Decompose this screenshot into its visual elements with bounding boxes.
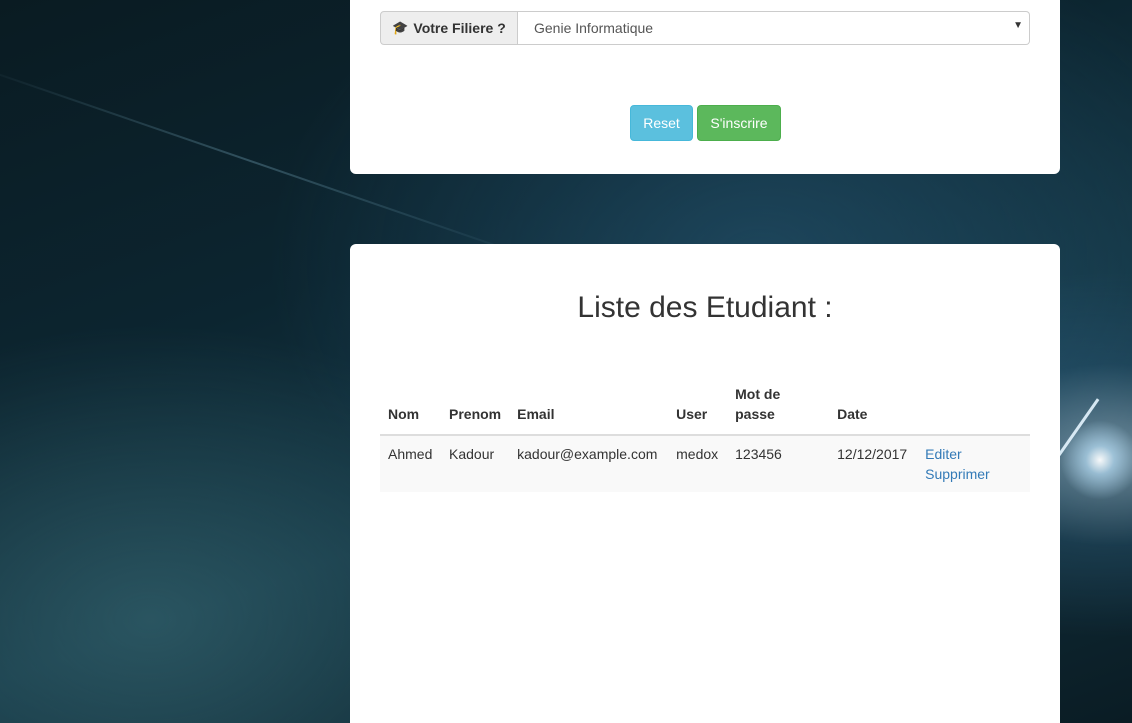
edit-link[interactable]: Editer (925, 444, 1022, 464)
filiere-input-group: 🎓 Votre Filiere ? Genie Informatique ▼ (380, 11, 1030, 45)
reset-button[interactable]: Reset (630, 105, 693, 141)
students-table: Nom Prenom Email User Mot de passe Date … (380, 384, 1030, 492)
delete-link[interactable]: Supprimer (925, 464, 1022, 484)
filiere-addon: 🎓 Votre Filiere ? (380, 11, 518, 45)
filiere-label: Votre Filiere ? (413, 20, 506, 36)
background-lens-flare (1060, 420, 1132, 500)
cell-nom: Ahmed (380, 435, 441, 492)
register-button[interactable]: S'inscrire (697, 105, 781, 141)
column-header-actions (917, 384, 1030, 436)
registration-form-panel: 🎓 Votre Filiere ? Genie Informatique ▼ R… (350, 0, 1060, 174)
filiere-select[interactable]: Genie Informatique ▼ (518, 11, 1030, 45)
column-header-date: Date (829, 384, 918, 436)
column-header-prenom: Prenom (441, 384, 510, 436)
page-title: Liste des Etudiant : (577, 291, 833, 324)
column-header-password: Mot de passe (727, 384, 830, 436)
cell-actions: Editer Supprimer (917, 435, 1030, 492)
cell-prenom: Kadour (441, 435, 510, 492)
cell-user: medox (668, 435, 728, 492)
cell-email: kadour@example.com (509, 435, 669, 492)
graduation-cap-icon: 🎓 (392, 20, 409, 35)
filiere-selected-value: Genie Informatique (534, 20, 654, 36)
caret-down-icon: ▼ (1013, 20, 1023, 31)
column-header-nom: Nom (380, 384, 441, 436)
student-list-panel: Liste des Etudiant : Nom Prenom Email Us… (350, 244, 1060, 723)
cell-date: 12/12/2017 (829, 435, 918, 492)
table-header-row: Nom Prenom Email User Mot de passe Date (380, 384, 1030, 436)
table-row: Ahmed Kadour kadour@example.com medox 12… (380, 435, 1030, 492)
cell-password: 123456 (727, 435, 830, 492)
column-header-email: Email (509, 384, 669, 436)
column-header-user: User (668, 384, 728, 436)
